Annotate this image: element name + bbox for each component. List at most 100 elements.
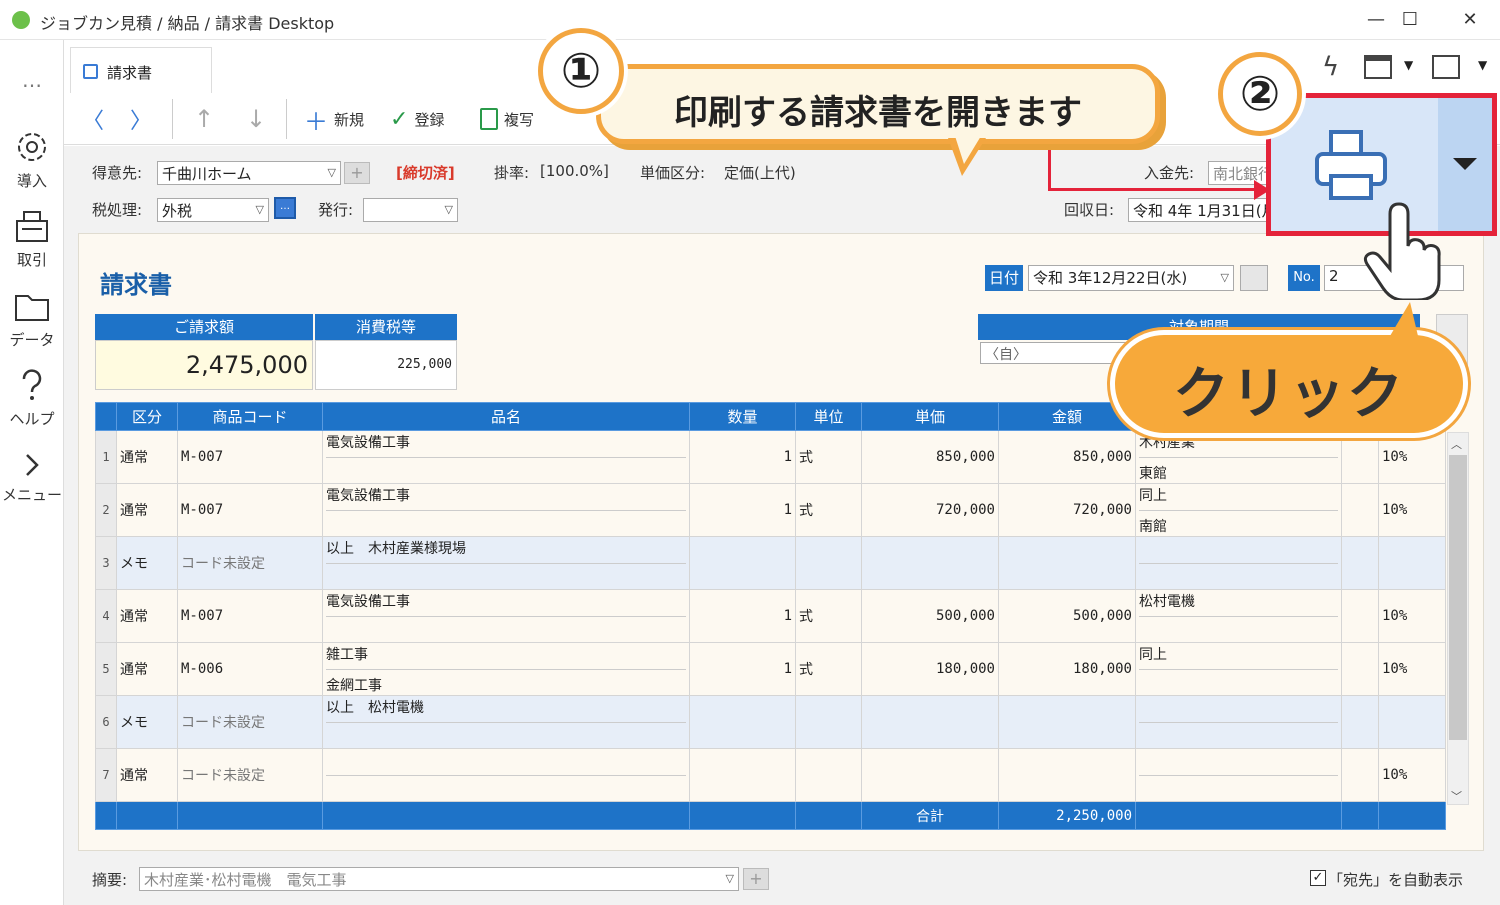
summary-select[interactable]: 木村産業･松村電機 電気工事 ▽	[139, 867, 739, 891]
close-button[interactable]: ✕	[1450, 6, 1490, 34]
row-kind[interactable]: 通常	[116, 589, 178, 643]
table-row[interactable]: 4 通常 M-007 電気設備工事 1 式 500,000 500,000 松村電機 10%	[95, 589, 1446, 643]
row-name[interactable]: 以上 松村電機	[322, 695, 690, 749]
scrollbar-thumb[interactable]	[1449, 455, 1467, 740]
row-blank[interactable]	[1341, 589, 1379, 643]
sidebar-item-menu[interactable]: メニュー	[0, 450, 64, 505]
row-qty[interactable]: 1	[689, 483, 796, 537]
row-tax[interactable]	[1378, 695, 1446, 749]
row-blank[interactable]	[1341, 430, 1379, 484]
row-qty[interactable]	[689, 695, 796, 749]
row-price[interactable]	[861, 536, 999, 590]
forward-button[interactable]: 〉	[130, 103, 152, 135]
row-name[interactable]: 電気設備工事	[322, 589, 690, 643]
row-blank[interactable]	[1341, 695, 1379, 749]
row-price[interactable]: 720,000	[861, 483, 999, 537]
row-qty[interactable]	[689, 536, 796, 590]
row-name[interactable]: 電気設備工事	[322, 483, 690, 537]
row-name[interactable]: 以上 木村産業様現場	[322, 536, 690, 590]
sidebar-item-help[interactable]: ヘルプ	[0, 366, 64, 429]
row-code[interactable]: M-006	[177, 642, 323, 696]
row-code[interactable]: M-007	[177, 430, 323, 484]
maximize-button[interactable]: ☐	[1390, 6, 1430, 34]
table-row[interactable]: 6 メモ コード未設定 以上 松村電機	[95, 695, 1446, 749]
row-note[interactable]	[1135, 695, 1342, 749]
row-price[interactable]: 500,000	[861, 589, 999, 643]
sidebar-item-data[interactable]: データ	[0, 287, 64, 350]
lightning-icon[interactable]: ϟ	[1322, 52, 1339, 82]
down-button[interactable]: ↓	[246, 103, 266, 135]
row-tax[interactable]: 10%	[1378, 642, 1446, 696]
row-kind[interactable]: メモ	[116, 695, 178, 749]
row-qty[interactable]: 1	[689, 430, 796, 484]
row-name[interactable]: 電気設備工事	[322, 430, 690, 484]
row-code[interactable]: M-007	[177, 483, 323, 537]
row-qty[interactable]: 1	[689, 589, 796, 643]
row-unit[interactable]	[795, 695, 862, 749]
export-icon[interactable]	[1432, 55, 1460, 79]
row-price[interactable]: 180,000	[861, 642, 999, 696]
row-tax[interactable]: 10%	[1378, 589, 1446, 643]
scroll-up-icon[interactable]: ︿	[1451, 436, 1462, 452]
chevron-down-icon[interactable]: ▼	[1478, 58, 1487, 72]
copy-button[interactable]: 複写	[480, 103, 534, 135]
row-note[interactable]	[1135, 748, 1342, 802]
row-qty[interactable]: 1	[689, 642, 796, 696]
row-price[interactable]	[861, 695, 999, 749]
tab-invoice[interactable]: 請求書	[70, 47, 212, 93]
row-tax[interactable]: 10%	[1378, 430, 1446, 484]
row-amount[interactable]: 850,000	[998, 430, 1136, 484]
row-qty[interactable]	[689, 748, 796, 802]
table-row[interactable]: 7 通常 コード未設定 10%	[95, 748, 1446, 802]
table-row[interactable]: 2 通常 M-007 電気設備工事 1 式 720,000 720,000 同上 南館 10%	[95, 483, 1446, 537]
row-amount[interactable]	[998, 536, 1136, 590]
row-amount[interactable]: 180,000	[998, 642, 1136, 696]
table-row[interactable]: 1 通常 M-007 電気設備工事 1 式 850,000 850,000 木村産業 東館 10%	[95, 430, 1446, 484]
row-price[interactable]	[861, 748, 999, 802]
up-button[interactable]: ↑	[194, 103, 214, 135]
back-button[interactable]: 〈	[82, 103, 104, 135]
row-kind[interactable]: 通常	[116, 430, 178, 484]
row-kind[interactable]: 通常	[116, 483, 178, 537]
row-note[interactable]: 松村電機	[1135, 589, 1342, 643]
row-unit[interactable]: 式	[795, 483, 862, 537]
row-note[interactable]: 同上 南館	[1135, 483, 1342, 537]
register-button[interactable]: ✓ 登録	[390, 103, 444, 135]
row-amount[interactable]: 720,000	[998, 483, 1136, 537]
row-unit[interactable]: 式	[795, 589, 862, 643]
row-name[interactable]: 雑工事 金網工事	[322, 642, 690, 696]
auto-show-checkbox[interactable]: ✓	[1310, 870, 1326, 886]
tax-select[interactable]: 外税 ▽	[157, 198, 269, 222]
row-amount[interactable]	[998, 748, 1136, 802]
table-row[interactable]: 3 メモ コード未設定 以上 木村産業様現場	[95, 536, 1446, 590]
calendar-icon[interactable]	[1240, 265, 1268, 291]
row-kind[interactable]: 通常	[116, 642, 178, 696]
collect-date-field[interactable]: 令和 4年 1月31日(月)	[1128, 198, 1268, 222]
sidebar-item-setup[interactable]: 導入	[0, 128, 64, 191]
chevron-down-icon[interactable]: ▼	[1404, 58, 1413, 72]
row-unit[interactable]: 式	[795, 642, 862, 696]
row-code[interactable]: コード未設定	[177, 695, 323, 749]
scroll-down-icon[interactable]: ﹀	[1451, 788, 1462, 804]
more-menu-button[interactable]: …	[0, 68, 64, 92]
date-select[interactable]: 令和 3年12月22日(水) ▽	[1028, 265, 1234, 291]
customer-select[interactable]: 千曲川ホーム ▽	[157, 161, 341, 185]
add-summary-button[interactable]: +	[743, 868, 769, 890]
row-code[interactable]: コード未設定	[177, 748, 323, 802]
row-price[interactable]: 850,000	[861, 430, 999, 484]
row-code[interactable]: コード未設定	[177, 536, 323, 590]
row-note[interactable]: 木村産業 東館	[1135, 430, 1342, 484]
row-unit[interactable]	[795, 536, 862, 590]
row-amount[interactable]: 500,000	[998, 589, 1136, 643]
row-blank[interactable]	[1341, 748, 1379, 802]
row-tax[interactable]	[1378, 536, 1446, 590]
period-from-field[interactable]: 〈自〉	[980, 342, 1130, 364]
row-note[interactable]	[1135, 536, 1342, 590]
tax-detail-button[interactable]: …	[274, 197, 296, 219]
row-name[interactable]	[322, 748, 690, 802]
row-blank[interactable]	[1341, 483, 1379, 537]
row-tax[interactable]: 10%	[1378, 483, 1446, 537]
new-button[interactable]: ＋ 新規	[304, 103, 364, 136]
row-code[interactable]: M-007	[177, 589, 323, 643]
row-unit[interactable]	[795, 748, 862, 802]
